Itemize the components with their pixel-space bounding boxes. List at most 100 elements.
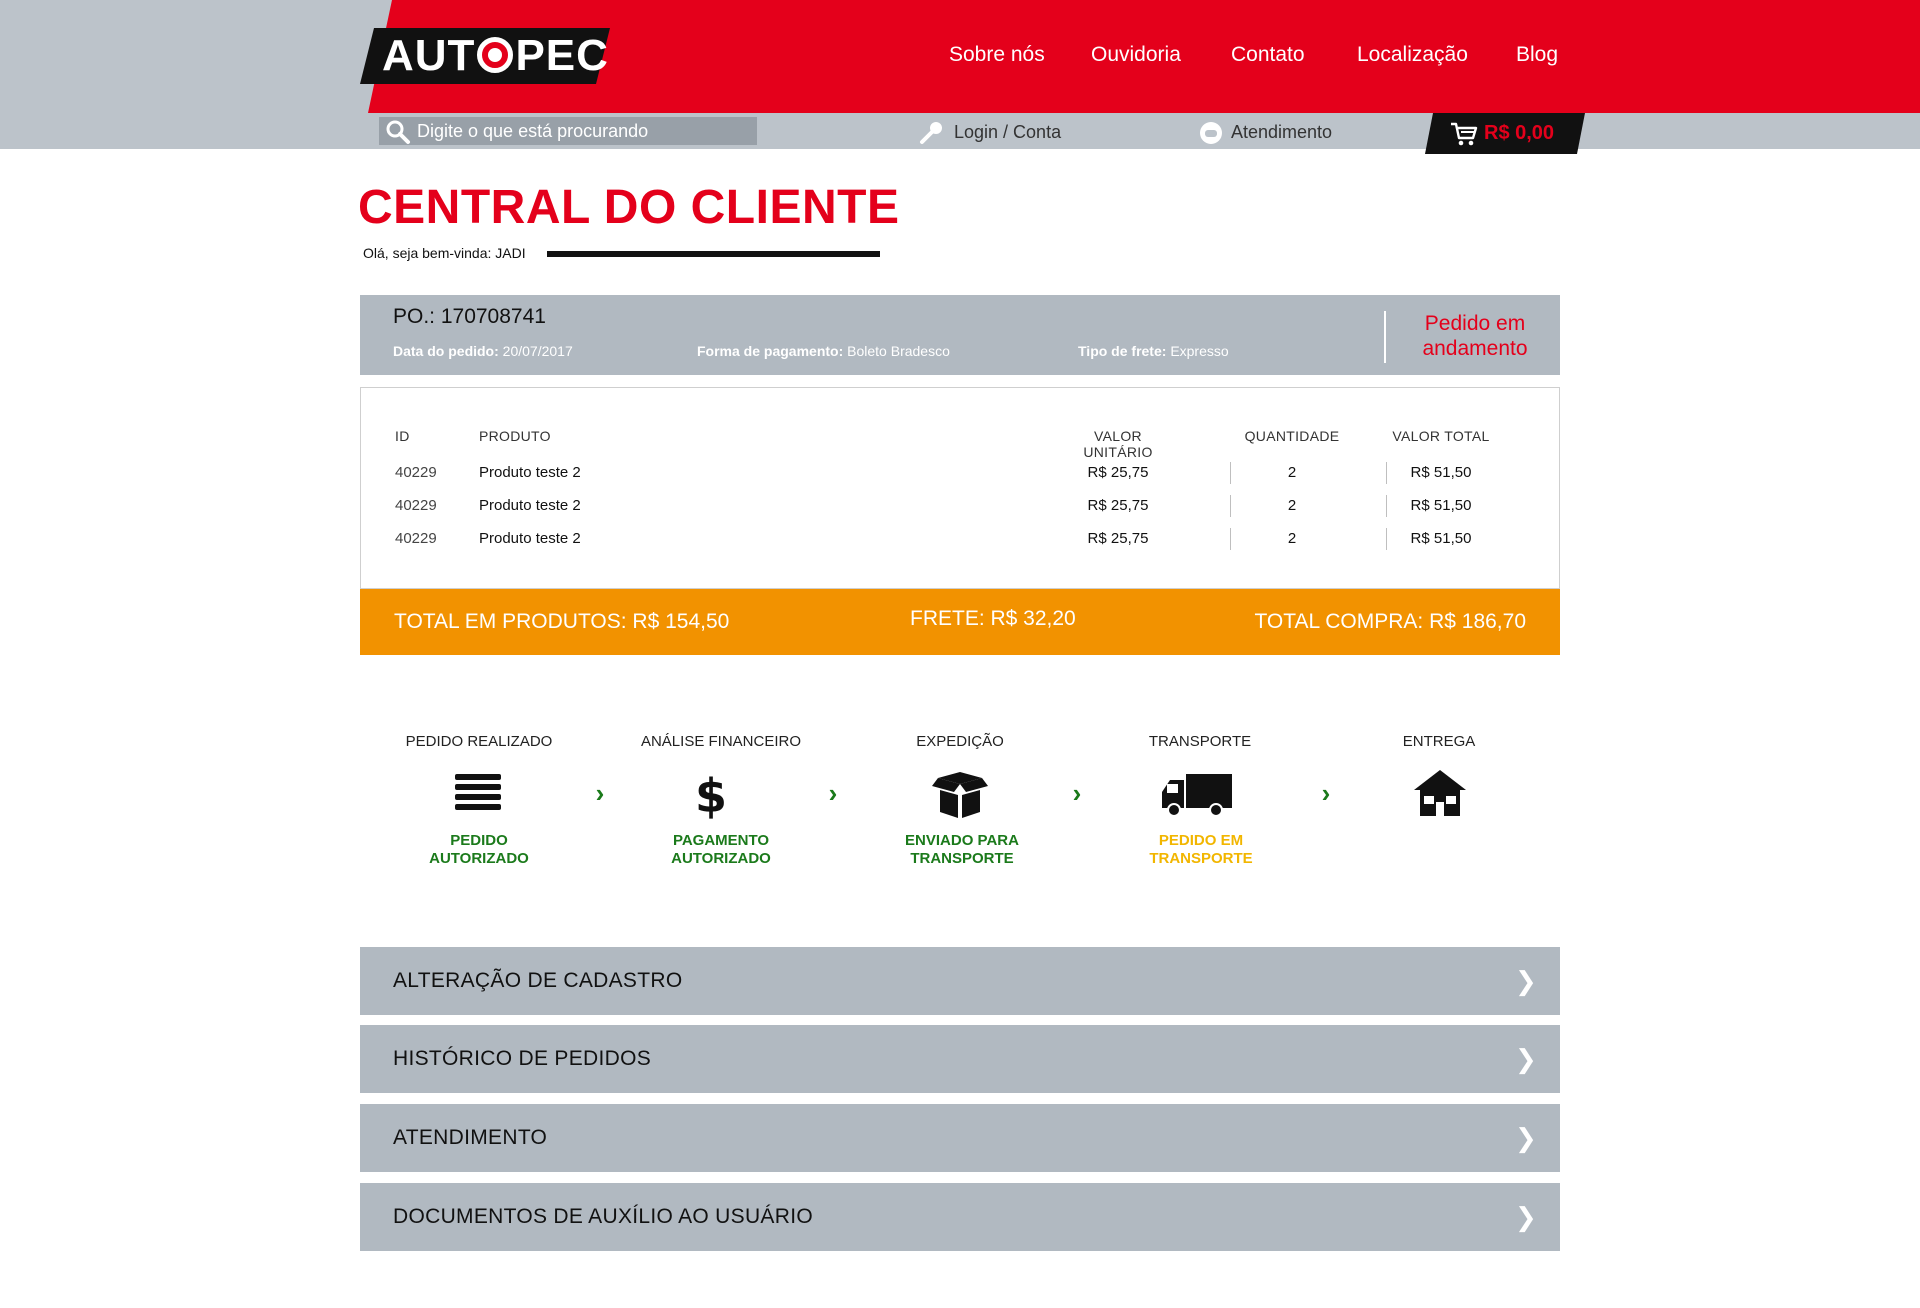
item-total: R$ 51,50 <box>1410 530 1472 547</box>
order-status-line-2: andamento <box>1422 337 1528 360</box>
page-title: CENTRAL DO CLIENTE <box>358 181 900 234</box>
order-date-label: Data do pedido: <box>393 343 499 359</box>
table-row: 40229 Produto teste 2 R$ 25,75 2 R$ 51,5… <box>361 458 1559 488</box>
order-date: Data do pedido: 20/07/2017 <box>393 343 573 359</box>
chevron-right-icon: ❯ <box>1515 1202 1537 1232</box>
nav-blog[interactable]: Blog <box>1516 38 1558 72</box>
column-header-unit-price: VALOR UNITÁRIO <box>1083 428 1153 460</box>
accordion-label: DOCUMENTOS DE AUXÍLIO AO USUÁRIO <box>393 1205 813 1228</box>
item-quantity: 2 <box>1287 464 1297 481</box>
step-arrow: › <box>595 778 605 808</box>
column-separator <box>1230 528 1231 550</box>
step-status-line-1: PAGAMENTO <box>672 832 770 849</box>
shipping-type: Tipo de frete: Expresso <box>1078 343 1229 359</box>
nav-ouvidoria[interactable]: Ouvidoria <box>1091 38 1181 72</box>
accordion-label: ALTERAÇÃO DE CADASTRO <box>393 969 683 992</box>
column-separator <box>1230 495 1231 517</box>
item-unit-price: R$ 25,75 <box>1087 464 1149 481</box>
order-totals-bar: TOTAL EM PRODUTOS: R$ 154,50 FRETE: R$ 3… <box>360 589 1560 655</box>
step-status-transport: PEDIDO EM TRANSPORTE <box>1101 832 1301 868</box>
accordion-profile-update[interactable]: ALTERAÇÃO DE CADASTRO ❯ <box>360 947 1560 1015</box>
column-separator <box>1230 462 1231 484</box>
search-icon[interactable] <box>385 119 411 145</box>
column-header-total: VALOR TOTAL <box>1392 428 1490 444</box>
order-summary-header: PO.: 170708741 Data do pedido: 20/07/201… <box>360 295 1560 375</box>
accordion-support[interactable]: ATENDIMENTO ❯ <box>360 1104 1560 1172</box>
chevron-right-icon: ❯ <box>1515 1123 1537 1153</box>
order-number: PO.: 170708741 <box>393 305 546 328</box>
dollar-icon: $ <box>695 769 727 820</box>
truck-icon <box>1162 774 1232 817</box>
logo-text-start: AUT <box>382 31 476 80</box>
shipping-type-label: Tipo de frete: <box>1078 343 1167 359</box>
column-header-id: ID <box>395 428 410 444</box>
order-status-line-1: Pedido em <box>1424 312 1526 335</box>
house-icon <box>1414 770 1466 816</box>
order-date-value: 20/07/2017 <box>502 343 573 359</box>
column-header-quantity: QUANTIDADE <box>1244 428 1340 444</box>
purchase-total: TOTAL COMPRA: R$ 186,70 <box>1254 610 1526 633</box>
step-arrow: › <box>1321 778 1331 808</box>
cart-icon[interactable] <box>1450 121 1478 147</box>
accordion-label: HISTÓRICO DE PEDIDOS <box>393 1047 652 1070</box>
payment-method-value: Boleto Bradesco <box>847 343 950 359</box>
logo[interactable]: AUT PEC <box>382 28 609 84</box>
search-input[interactable]: Digite o que está procurando <box>379 117 757 145</box>
item-total: R$ 51,50 <box>1410 464 1472 481</box>
step-label-financial-analysis: ANÁLISE FINANCEIRO <box>640 733 802 750</box>
support-icon <box>1200 122 1222 144</box>
step-status-line-2: AUTORIZADO <box>671 850 771 867</box>
step-arrow: › <box>828 778 838 808</box>
step-status-line-1: PEDIDO <box>450 832 508 849</box>
item-id: 40229 <box>395 497 437 514</box>
key-icon <box>920 122 942 144</box>
list-icon <box>455 774 501 810</box>
support-link[interactable]: Atendimento <box>1231 118 1332 146</box>
step-status-line-1: PEDIDO EM <box>1158 832 1244 849</box>
item-quantity: 2 <box>1287 530 1297 547</box>
item-id: 40229 <box>395 530 437 547</box>
chevron-right-icon: ❯ <box>1515 966 1537 996</box>
greeting: Olá, seja bem-vinda: JADI <box>363 245 526 261</box>
table-row: 40229 Produto teste 2 R$ 25,75 2 R$ 51,5… <box>361 524 1559 554</box>
wheel-icon <box>477 37 514 73</box>
table-row: 40229 Produto teste 2 R$ 25,75 2 R$ 51,5… <box>361 491 1559 521</box>
step-arrow: › <box>1072 778 1082 808</box>
shipping-total: FRETE: R$ 32,20 <box>910 607 1076 630</box>
nav-sobre-nos[interactable]: Sobre nós <box>949 38 1045 72</box>
accordion-order-history[interactable]: HISTÓRICO DE PEDIDOS ❯ <box>360 1025 1560 1093</box>
nav-contato[interactable]: Contato <box>1231 38 1305 72</box>
nav-localizacao[interactable]: Localização <box>1357 38 1468 72</box>
accordion-label: ATENDIMENTO <box>393 1126 548 1149</box>
cart-total[interactable]: R$ 0,00 <box>1484 118 1554 148</box>
accordion-user-help-documents[interactable]: DOCUMENTOS DE AUXÍLIO AO USUÁRIO ❯ <box>360 1183 1560 1251</box>
item-unit-price: R$ 25,75 <box>1087 530 1149 547</box>
item-id: 40229 <box>395 464 437 481</box>
step-label-delivery: ENTREGA <box>1402 733 1476 750</box>
item-total: R$ 51,50 <box>1410 497 1472 514</box>
payment-method-label: Forma de pagamento: <box>697 343 844 359</box>
step-status-line-2: AUTORIZADO <box>429 850 529 867</box>
step-status-dispatch: ENVIADO PARA TRANSPORTE <box>862 832 1062 868</box>
item-name: Produto teste 2 <box>479 464 581 481</box>
order-items-table: ID PRODUTO VALOR UNITÁRIO QUANTIDADE VAL… <box>360 387 1560 589</box>
item-name: Produto teste 2 <box>479 530 581 547</box>
logo-text-end: PEC <box>515 31 609 80</box>
item-unit-price: R$ 25,75 <box>1087 497 1149 514</box>
title-underline <box>547 251 880 257</box>
item-quantity: 2 <box>1287 497 1297 514</box>
box-icon <box>932 772 988 818</box>
login-link[interactable]: Login / Conta <box>954 118 1061 146</box>
order-divider <box>1384 311 1386 363</box>
svg-text:$: $ <box>695 769 727 820</box>
order-status: Pedido em andamento <box>1400 311 1550 361</box>
shipping-type-value: Expresso <box>1170 343 1229 359</box>
item-name: Produto teste 2 <box>479 497 581 514</box>
products-total: TOTAL EM PRODUTOS: R$ 154,50 <box>394 610 730 633</box>
step-status-order-placed: PEDIDO AUTORIZADO <box>379 832 579 868</box>
step-status-line-2: TRANSPORTE <box>1149 850 1253 867</box>
search-placeholder: Digite o que está procurando <box>417 121 649 141</box>
chevron-right-icon: ❯ <box>1515 1044 1537 1074</box>
column-header-product: PRODUTO <box>479 428 551 444</box>
payment-method: Forma de pagamento: Boleto Bradesco <box>697 343 950 359</box>
